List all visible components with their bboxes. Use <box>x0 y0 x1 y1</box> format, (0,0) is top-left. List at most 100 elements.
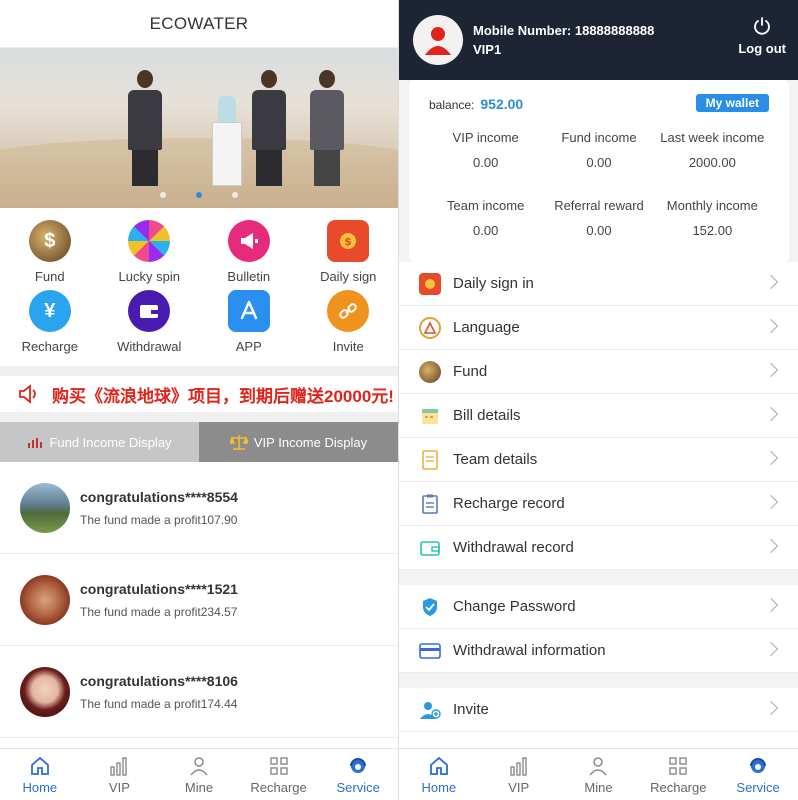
lucky-spin-icon <box>128 220 171 262</box>
nav-vip[interactable]: VIP <box>80 749 160 800</box>
promo-banner[interactable] <box>0 48 398 208</box>
nav-mine[interactable]: Mine <box>159 749 239 800</box>
bottom-nav: Home VIP Mine Recharge Service <box>399 748 798 800</box>
user-icon <box>589 756 608 775</box>
menu-team-details[interactable]: Team details <box>399 438 798 482</box>
link-icon <box>327 290 370 332</box>
chevron-right-icon <box>763 406 779 422</box>
fund-icon <box>419 360 441 383</box>
menu-withdrawal-record[interactable]: Withdrawal record <box>399 526 798 570</box>
fund-icon: $ <box>28 220 71 262</box>
banner-pager[interactable] <box>0 192 398 198</box>
avatar <box>20 482 70 533</box>
grid-recharge[interactable]: ¥ Recharge <box>0 290 100 360</box>
vip-level: VIP1 <box>473 42 502 57</box>
grid-lucky-spin[interactable]: Lucky spin <box>100 220 200 290</box>
stat-fund-income: Fund income 0.00 <box>561 130 637 170</box>
pager-dot[interactable] <box>232 192 238 198</box>
power-icon <box>754 17 771 35</box>
nav-home[interactable]: Home <box>399 749 479 800</box>
feature-grid: $ Fund Lucky spin Bulletin $ Daily sign <box>0 208 398 366</box>
nav-home[interactable]: Home <box>0 749 80 800</box>
app-title: ECOWATER <box>0 0 398 48</box>
home-icon <box>429 756 448 775</box>
menu-withdrawal-information[interactable]: Withdrawal information <box>399 629 798 673</box>
home-screen: ECOWATER $ Fund Lucky spin Bulletin $ Da… <box>0 0 399 800</box>
user-icon <box>190 756 208 775</box>
nav-service[interactable]: Service <box>318 749 398 800</box>
tab-fund-income[interactable]: Fund Income Display <box>0 422 199 462</box>
balance: balance: 952.00 <box>429 96 524 112</box>
grid-daily-sign[interactable]: $ Daily sign <box>299 220 399 290</box>
chevron-right-icon <box>763 274 779 290</box>
my-wallet-button[interactable]: My wallet <box>695 94 769 112</box>
list-item: congratulations****8554 The fund made a … <box>0 462 398 554</box>
avatar[interactable] <box>413 15 463 65</box>
announcement-marquee[interactable]: 购买《流浪地球》项目，到期后赠送20000元! <box>0 376 398 412</box>
avatar <box>20 574 70 625</box>
menu-fund[interactable]: Fund <box>399 350 798 394</box>
chevron-right-icon <box>763 450 779 466</box>
grid-invite[interactable]: Invite <box>299 290 399 360</box>
nav-service[interactable]: Service <box>718 749 798 800</box>
chevron-right-icon <box>763 318 779 334</box>
bars-icon <box>509 756 527 776</box>
nav-recharge[interactable]: Recharge <box>239 749 319 800</box>
avatar <box>20 666 70 717</box>
wallet-card: balance: 952.00 My wallet VIP income 0.00 … <box>409 80 789 262</box>
calendar-icon <box>419 405 441 427</box>
menu-invite[interactable]: Invite <box>399 688 798 732</box>
speaker-icon <box>19 384 36 404</box>
bars-icon <box>110 756 128 776</box>
menu-recharge-record[interactable]: Recharge record <box>399 482 798 526</box>
profile-info: Mobile Number: 18888888888 VIP1 <box>473 23 655 57</box>
clipboard-icon <box>419 493 441 515</box>
scale-icon <box>229 435 248 450</box>
nav-recharge[interactable]: Recharge <box>638 749 718 800</box>
menu-language[interactable]: Language <box>399 306 798 350</box>
income-stats: VIP income 0.00 Fund income 0.00 Last week… <box>429 130 769 238</box>
grid-fund[interactable]: $ Fund <box>0 220 100 290</box>
shield-icon <box>419 596 441 618</box>
document-icon <box>419 449 441 471</box>
chevron-right-icon <box>763 538 779 554</box>
chevron-right-icon <box>763 362 779 378</box>
grid-icon <box>269 756 288 775</box>
nav-mine[interactable]: Mine <box>559 749 639 800</box>
nav-vip[interactable]: VIP <box>479 749 559 800</box>
profile-header: Mobile Number: 18888888888 VIP1 Log out <box>399 0 798 80</box>
menu-daily-sign-in[interactable]: Daily sign in <box>399 262 798 306</box>
wallet-icon <box>128 290 171 332</box>
pager-dot[interactable] <box>160 192 166 198</box>
income-tabs: Fund Income Display VIP Income Display <box>0 422 398 462</box>
pager-dot-active[interactable] <box>196 192 202 198</box>
mobile-number: 18888888888 <box>574 23 655 38</box>
daily-sign-icon: $ <box>327 220 370 262</box>
home-icon <box>30 756 49 775</box>
stat-referral-reward: Referral reward 0.00 <box>554 198 644 238</box>
yen-icon: ¥ <box>28 290 71 332</box>
list-item: congratulations****1521 The fund made a … <box>0 554 398 646</box>
headset-icon <box>350 757 367 773</box>
grid-bulletin[interactable]: Bulletin <box>199 220 299 290</box>
list-item: congratulations****8106 The fund made a … <box>0 646 398 738</box>
grid-withdrawal[interactable]: Withdrawal <box>100 290 200 360</box>
grid-app[interactable]: APP <box>199 290 299 360</box>
stat-team-income: Team income 0.00 <box>447 198 525 238</box>
credit-card-icon <box>419 640 441 662</box>
add-user-icon <box>419 699 441 721</box>
bottom-nav: Home VIP Mine Recharge Service <box>0 748 398 800</box>
menu-bill-details[interactable]: Bill details <box>399 394 798 438</box>
chevron-right-icon <box>763 597 779 613</box>
language-icon <box>419 316 441 339</box>
user-avatar-icon <box>425 27 451 55</box>
chevron-right-icon <box>763 700 779 716</box>
income-feed: congratulations****8554 The fund made a … <box>0 462 398 738</box>
daily-sign-icon <box>419 272 441 295</box>
logout-button[interactable]: Log out <box>738 16 786 56</box>
tab-vip-income[interactable]: VIP Income Display <box>199 422 398 462</box>
menu-change-password[interactable]: Change Password <box>399 585 798 629</box>
grid-icon <box>669 756 687 775</box>
app-store-icon <box>227 290 270 332</box>
chevron-right-icon <box>763 641 779 657</box>
